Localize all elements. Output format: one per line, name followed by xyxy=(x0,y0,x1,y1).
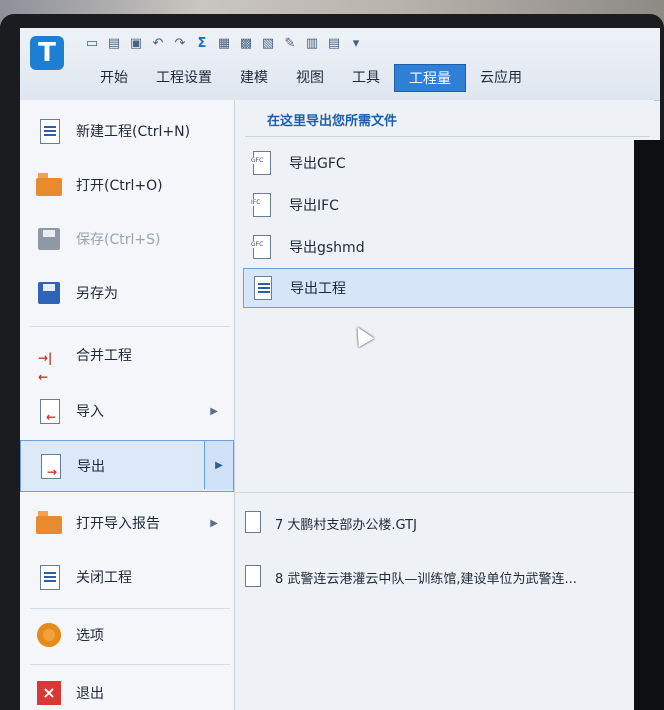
menu-item-import[interactable]: ← 导入 ▶ xyxy=(20,386,234,436)
recent-file-label: 7 大鹏村支部办公楼.GTJ xyxy=(275,517,417,533)
menu-item-export[interactable]: → 导出 ▶ xyxy=(20,440,234,492)
tab-project-settings[interactable]: 工程设置 xyxy=(142,64,226,92)
export-icon: → xyxy=(37,453,63,479)
submenu-arrow-icon: ▶ xyxy=(210,517,218,529)
menu-item-label: 打开(Ctrl+O) xyxy=(76,178,163,194)
export-item-label: 导出IFC xyxy=(289,198,339,214)
mouse-cursor-icon xyxy=(349,322,375,348)
export-item-label: 导出工程 xyxy=(290,281,346,297)
menu-item-save[interactable]: 保存(Ctrl+S) xyxy=(20,214,234,264)
tab-quantities[interactable]: 工程量 xyxy=(394,64,466,92)
menu-divider xyxy=(30,326,230,327)
gshmd-file-icon: GFC xyxy=(251,235,273,259)
dropdown-icon[interactable]: ▾ xyxy=(348,36,364,52)
ribbon-bar: T ▭ ▤ ▣ ↶ ↷ Σ ▦ ▩ ▧ ✎ ▥ ▤ ▾ 开始 工程设置 建模 视… xyxy=(20,28,660,101)
export-gshmd-item[interactable]: GFC 导出gshmd xyxy=(243,228,641,266)
check-icon[interactable]: ▧ xyxy=(260,36,276,52)
menu-item-open[interactable]: 打开(Ctrl+O) xyxy=(20,160,234,210)
close-project-icon xyxy=(36,564,62,590)
tab-modeling[interactable]: 建模 xyxy=(226,64,282,92)
export-panel-title: 在这里导出您所需文件 xyxy=(267,114,398,129)
export-submenu-panel: 在这里导出您所需文件 GFC 导出GFC IFC 导出IFC GFC 导出gsh… xyxy=(235,100,654,710)
menu-item-merge-project[interactable]: 合并工程 xyxy=(20,330,234,380)
export-ifc-item[interactable]: IFC 导出IFC xyxy=(243,186,641,224)
tab-start[interactable]: 开始 xyxy=(86,64,142,92)
menu-item-options[interactable]: 选项 xyxy=(20,610,234,660)
new-doc-icon[interactable]: ▭ xyxy=(84,36,100,52)
menu-item-label: 保存(Ctrl+S) xyxy=(76,232,161,248)
export-icon[interactable]: ▤ xyxy=(326,36,342,52)
menu-item-new-project[interactable]: 新建工程(Ctrl+N) xyxy=(20,106,234,156)
menu-divider xyxy=(30,608,230,609)
ribbon-tabs: 开始 工程设置 建模 视图 工具 工程量 云应用 xyxy=(86,64,536,92)
tab-cloud[interactable]: 云应用 xyxy=(466,64,536,92)
app-logo-button[interactable]: T xyxy=(30,36,64,70)
import-icon: ← xyxy=(36,398,62,424)
menu-item-label: 退出 xyxy=(76,686,104,702)
menu-item-label: 选项 xyxy=(76,628,104,644)
file-menu: 新建工程(Ctrl+N) 打开(Ctrl+O) 保存(Ctrl+S) 另存为 合… xyxy=(20,100,235,710)
options-gear-icon xyxy=(36,622,62,648)
save-as-icon xyxy=(36,280,62,306)
panel-divider xyxy=(235,492,654,493)
export-project-icon xyxy=(252,276,274,300)
menu-item-label: 合并工程 xyxy=(76,348,132,364)
exit-icon: × xyxy=(36,680,62,706)
edit-icon[interactable]: ✎ xyxy=(282,36,298,52)
open-icon[interactable]: ▤ xyxy=(106,36,122,52)
submenu-arrow-icon: ▶ xyxy=(210,405,218,417)
file-icon xyxy=(245,511,263,535)
recent-file-label: 8 武警连云港灌云中队—训练馆,建设单位为武警连... xyxy=(275,571,577,587)
export-item-label: 导出gshmd xyxy=(289,240,365,256)
redo-icon[interactable]: ↷ xyxy=(172,36,188,52)
export-project-item[interactable]: 导出工程 xyxy=(243,268,641,308)
save-icon xyxy=(36,226,62,252)
grid-icon[interactable]: ▥ xyxy=(304,36,320,52)
merge-icon xyxy=(36,342,62,368)
import-report-icon xyxy=(36,510,62,536)
report-icon[interactable]: ▦ xyxy=(216,36,232,52)
tab-view[interactable]: 视图 xyxy=(282,64,338,92)
export-item-label: 导出GFC xyxy=(289,156,346,172)
recent-file-item[interactable]: 7 大鹏村支部办公楼.GTJ xyxy=(243,508,653,538)
save-icon[interactable]: ▣ xyxy=(128,36,144,52)
menu-item-label: 新建工程(Ctrl+N) xyxy=(76,124,191,140)
menu-item-import-report[interactable]: 打开导入报告 ▶ xyxy=(20,498,234,548)
monitor-edge xyxy=(634,140,664,710)
tab-tools[interactable]: 工具 xyxy=(338,64,394,92)
new-project-icon xyxy=(36,118,62,144)
menu-item-label: 关闭工程 xyxy=(76,570,132,586)
menu-item-close-project[interactable]: 关闭工程 xyxy=(20,552,234,602)
undo-icon[interactable]: ↶ xyxy=(150,36,166,52)
menu-item-label: 打开导入报告 xyxy=(76,516,160,532)
menu-item-label: 另存为 xyxy=(76,286,118,302)
recent-file-item[interactable]: 8 武警连云港灌云中队—训练馆,建设单位为武警连... xyxy=(243,562,653,592)
export-gfc-item[interactable]: GFC 导出GFC xyxy=(243,144,641,182)
file-icon xyxy=(245,565,263,589)
open-folder-icon xyxy=(36,172,62,198)
menu-item-label: 导入 xyxy=(76,404,104,420)
sigma-icon[interactable]: Σ xyxy=(194,36,210,52)
ifc-file-icon: IFC xyxy=(251,193,273,217)
submenu-arrow-icon[interactable]: ▶ xyxy=(204,441,233,489)
menu-divider xyxy=(30,664,230,665)
app-window: T ▭ ▤ ▣ ↶ ↷ Σ ▦ ▩ ▧ ✎ ▥ ▤ ▾ 开始 工程设置 建模 视… xyxy=(20,28,660,710)
gfc-file-icon: GFC xyxy=(251,151,273,175)
panel-divider xyxy=(245,136,650,137)
quick-access-toolbar: ▭ ▤ ▣ ↶ ↷ Σ ▦ ▩ ▧ ✎ ▥ ▤ ▾ xyxy=(84,36,364,52)
menu-item-exit[interactable]: × 退出 xyxy=(20,668,234,710)
calc-icon[interactable]: ▩ xyxy=(238,36,254,52)
menu-item-save-as[interactable]: 另存为 xyxy=(20,268,234,318)
menu-item-label: 导出 xyxy=(77,459,105,475)
